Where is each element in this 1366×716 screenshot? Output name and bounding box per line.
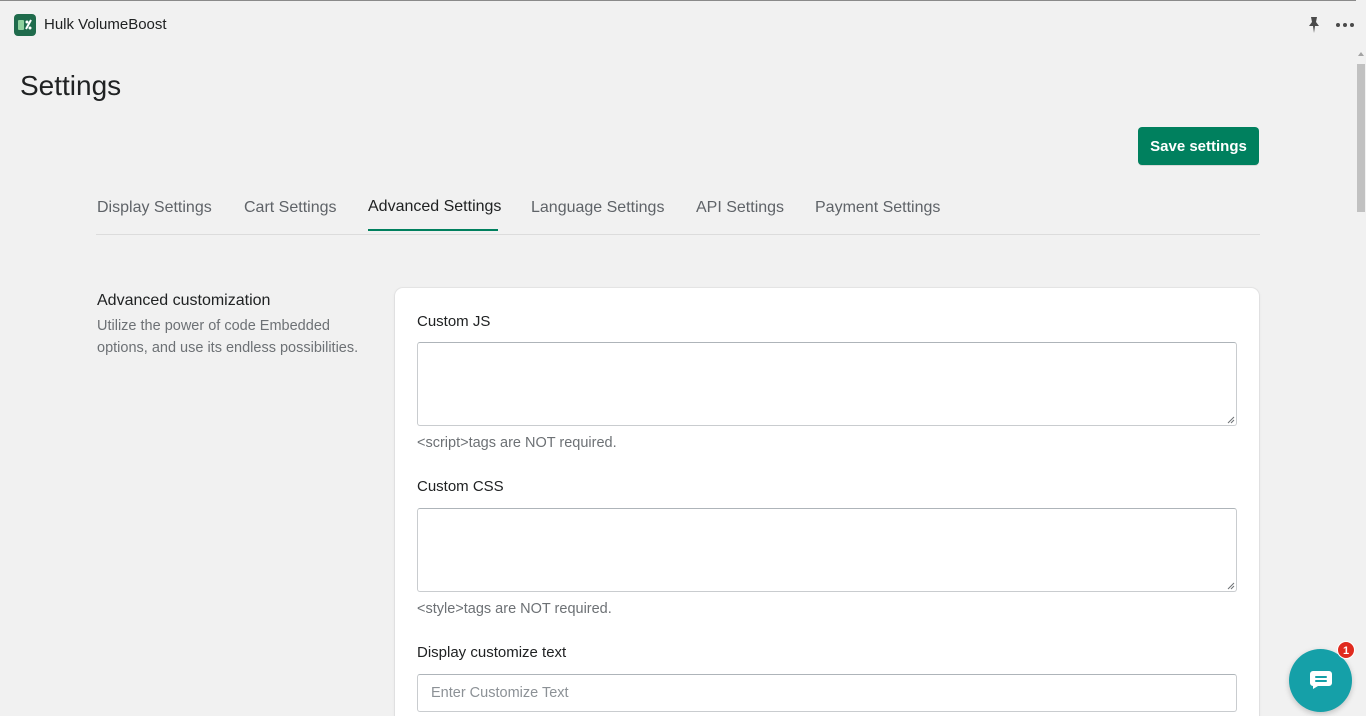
top-bar: Hulk VolumeBoost <box>0 0 1356 48</box>
resize-handle-icon[interactable] <box>1227 582 1235 590</box>
custom-js-label: Custom JS <box>417 313 491 330</box>
tab-cart-settings[interactable]: Cart Settings <box>244 190 336 232</box>
scrollbar-thumb[interactable] <box>1357 64 1365 212</box>
tab-payment-settings[interactable]: Payment Settings <box>815 190 940 232</box>
scroll-up-arrow-icon[interactable] <box>1358 52 1364 56</box>
section-description: Utilize the power of code Embedded optio… <box>97 318 359 356</box>
settings-tabs: Display Settings Cart Settings Advanced … <box>96 190 1260 235</box>
scrollbar[interactable] <box>1356 48 1366 716</box>
tab-api-settings[interactable]: API Settings <box>696 190 784 232</box>
chat-icon <box>1310 671 1332 689</box>
save-settings-button[interactable]: Save settings <box>1138 127 1259 165</box>
tab-language-settings[interactable]: Language Settings <box>531 190 664 232</box>
custom-css-label: Custom CSS <box>417 478 504 495</box>
custom-js-textarea[interactable] <box>417 342 1237 426</box>
pin-icon[interactable] <box>1306 16 1322 34</box>
resize-handle-icon[interactable] <box>1227 416 1235 424</box>
custom-js-help-text: <script>tags are NOT required. <box>417 435 617 451</box>
more-options-icon[interactable] <box>1335 17 1355 33</box>
tab-display-settings[interactable]: Display Settings <box>97 190 212 232</box>
page-title: Settings <box>20 70 122 101</box>
customize-text-input[interactable] <box>417 674 1237 712</box>
section-title: Advanced customization <box>97 292 271 309</box>
custom-css-textarea[interactable] <box>417 508 1237 592</box>
tab-advanced-settings[interactable]: Advanced Settings <box>368 189 501 231</box>
app-name: Hulk VolumeBoost <box>44 16 167 33</box>
chat-notification-badge: 1 <box>1337 641 1355 659</box>
advanced-settings-card: Custom JS <script>tags are NOT required.… <box>395 288 1259 716</box>
app-window: Hulk VolumeBoost Settings Save settings … <box>0 0 1366 716</box>
app-logo-icon <box>14 14 36 36</box>
customize-text-label: Display customize text <box>417 644 567 661</box>
custom-css-help-text: <style>tags are NOT required. <box>417 601 612 617</box>
